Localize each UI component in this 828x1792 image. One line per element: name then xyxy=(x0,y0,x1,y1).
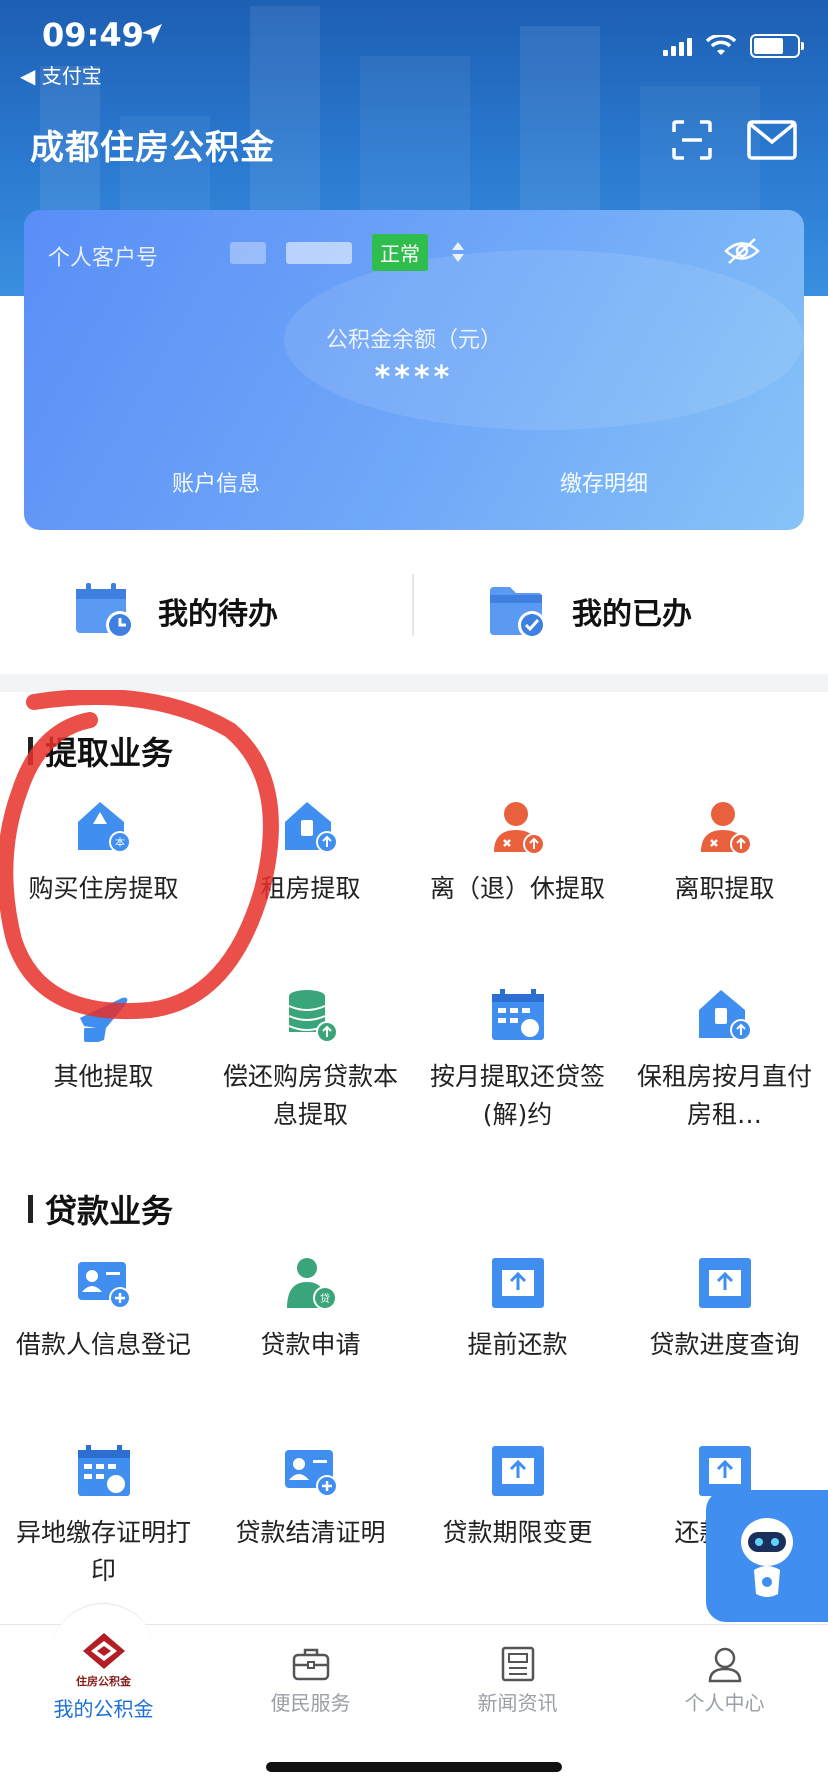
tab-label: 新闻资讯 xyxy=(477,1691,558,1715)
scan-icon[interactable] xyxy=(670,118,714,162)
grid-item-label: 借款人信息登记 xyxy=(15,1330,191,1359)
calendar-icon xyxy=(77,1445,130,1496)
wifi-icon xyxy=(706,35,736,55)
grid-item-label: 租房提取 xyxy=(260,874,361,903)
balance-label: 公积金余额（元） xyxy=(325,328,502,353)
battery-icon xyxy=(750,34,804,58)
grid-item-retire[interactable]: 离（退）休提取 xyxy=(414,800,621,908)
customer-number-label: 个人客户号 xyxy=(48,246,159,271)
grid-item-label: 异地缴存证明打印 xyxy=(15,1518,191,1585)
id-card-add-icon xyxy=(284,1450,338,1497)
signal-icon xyxy=(663,36,692,56)
user-icon xyxy=(708,1647,741,1683)
grid-item-label: 贷款申请 xyxy=(260,1330,361,1359)
my-pending-button[interactable]: 我的待办 xyxy=(74,566,278,656)
assistant-robot-button[interactable] xyxy=(706,1490,828,1622)
page-title: 成都住房公积金 xyxy=(30,128,275,168)
section-divider xyxy=(0,674,828,692)
briefcase-icon xyxy=(292,1648,329,1681)
robot-icon xyxy=(741,1518,793,1597)
location-arrow-icon xyxy=(142,24,162,44)
tab-news[interactable]: 新闻资讯 xyxy=(414,1625,621,1716)
grid-item-other[interactable]: 其他提取 xyxy=(0,988,207,1096)
masked-customer-number xyxy=(230,242,266,264)
todo-row: 我的待办 我的已办 xyxy=(0,560,828,670)
grid-item-loan-progress[interactable]: 贷款进度查询 xyxy=(621,1256,828,1364)
account-card: 个人客户号 正常 公积金余额（元） **** 账户信息 缴存明细 xyxy=(24,210,804,530)
masked-customer-number xyxy=(286,242,352,264)
tab-label: 个人中心 xyxy=(684,1691,765,1715)
logo-caption: 住房公积金 xyxy=(76,1675,131,1688)
id-card-add-icon xyxy=(77,1262,131,1309)
tab-label: 我的公积金 xyxy=(53,1697,154,1721)
grid-item-label: 按月提取还贷签(解)约 xyxy=(429,1062,605,1129)
upload-tray-icon xyxy=(491,1258,544,1308)
loan-person-icon: 贷 xyxy=(286,1258,337,1310)
grid-item-label: 偿还购房贷款本息提取 xyxy=(222,1062,398,1129)
calendar-icon xyxy=(491,989,544,1040)
home-indicator xyxy=(266,1762,562,1772)
status-badge: 正常 xyxy=(372,234,428,271)
grid-item-label: 离职提取 xyxy=(674,874,775,903)
grid-item-house-rent[interactable]: 租房提取 xyxy=(207,800,414,908)
tab-services[interactable]: 便民服务 xyxy=(207,1625,414,1716)
grid-item-rent-direct-pay[interactable]: 保租房按月直付房租… xyxy=(621,988,828,1134)
grid-item-loan-settle-proof[interactable]: 贷款结清证明 xyxy=(207,1444,414,1552)
my-done-button[interactable]: 我的已办 xyxy=(488,566,692,656)
my-done-label: 我的已办 xyxy=(572,597,692,632)
coins-icon xyxy=(288,990,338,1043)
my-pending-label: 我的待办 xyxy=(158,597,278,632)
tab-my-fund[interactable]: 住房公积金 我的公积金 xyxy=(0,1625,207,1722)
upload-tray-icon xyxy=(491,1446,544,1496)
mail-icon[interactable] xyxy=(746,118,798,162)
grid-item-monthly-sign[interactable]: 按月提取还贷签(解)约 xyxy=(414,988,621,1134)
grid-item-loan-repay[interactable]: 偿还购房贷款本息提取 xyxy=(207,988,414,1134)
housing-fund-logo-icon xyxy=(82,1633,125,1669)
hide-eye-icon[interactable] xyxy=(724,236,760,266)
balance-value: **** xyxy=(374,360,454,395)
house-rent-icon xyxy=(284,802,338,853)
status-time: 09:49 xyxy=(42,16,144,54)
grid-item-label: 购买住房提取 xyxy=(28,874,179,903)
house-buy-icon: 本 xyxy=(77,802,131,853)
calendar-clock-icon xyxy=(76,583,134,639)
grid-item-label: 提前还款 xyxy=(467,1330,568,1359)
status-indicators xyxy=(663,34,804,58)
grid-item-label: 贷款结清证明 xyxy=(235,1518,386,1547)
tab-label: 便民服务 xyxy=(270,1691,351,1715)
account-info-link[interactable]: 账户信息 xyxy=(172,466,260,498)
resign-icon xyxy=(700,802,752,855)
upload-tray-icon xyxy=(698,1258,751,1308)
grid-item-resign[interactable]: 离职提取 xyxy=(621,800,828,908)
grid-item-house-buy[interactable]: 本 购买住房提取 xyxy=(0,800,207,908)
grid-item-loan-apply[interactable]: 贷 贷款申请 xyxy=(207,1256,414,1364)
deposit-detail-link[interactable]: 缴存明细 xyxy=(560,466,648,498)
grid-item-label: 保租房按月直付房租… xyxy=(636,1062,812,1129)
grid-item-label: 贷款进度查询 xyxy=(649,1330,800,1359)
grid-item-label: 其他提取 xyxy=(53,1062,154,1091)
plane-icon xyxy=(79,997,127,1042)
retire-icon xyxy=(493,802,545,855)
folder-check-icon xyxy=(490,587,546,639)
house-rent-icon xyxy=(698,990,752,1041)
grid-item-borrower-register[interactable]: 借款人信息登记 xyxy=(0,1256,207,1364)
back-to-alipay[interactable]: ◀ 支付宝 xyxy=(20,60,102,89)
grid-item-label: 贷款期限变更 xyxy=(442,1518,593,1547)
grid-item-loan-term-change[interactable]: 贷款期限变更 xyxy=(414,1444,621,1552)
grid-item-label: 离（退）休提取 xyxy=(429,874,605,903)
svg-text:本: 本 xyxy=(115,836,125,849)
svg-text:贷: 贷 xyxy=(320,1292,330,1305)
tab-profile[interactable]: 个人中心 xyxy=(621,1625,828,1716)
divider xyxy=(412,574,414,636)
grid-item-remote-deposit-proof[interactable]: 异地缴存证明打印 xyxy=(0,1444,207,1590)
switch-account-icon[interactable] xyxy=(450,240,466,264)
loan-section-title: 贷款业务 xyxy=(28,1186,173,1232)
grid-item-prepay[interactable]: 提前还款 xyxy=(414,1256,621,1364)
withdraw-section-title: 提取业务 xyxy=(28,728,173,774)
news-icon xyxy=(501,1646,534,1682)
